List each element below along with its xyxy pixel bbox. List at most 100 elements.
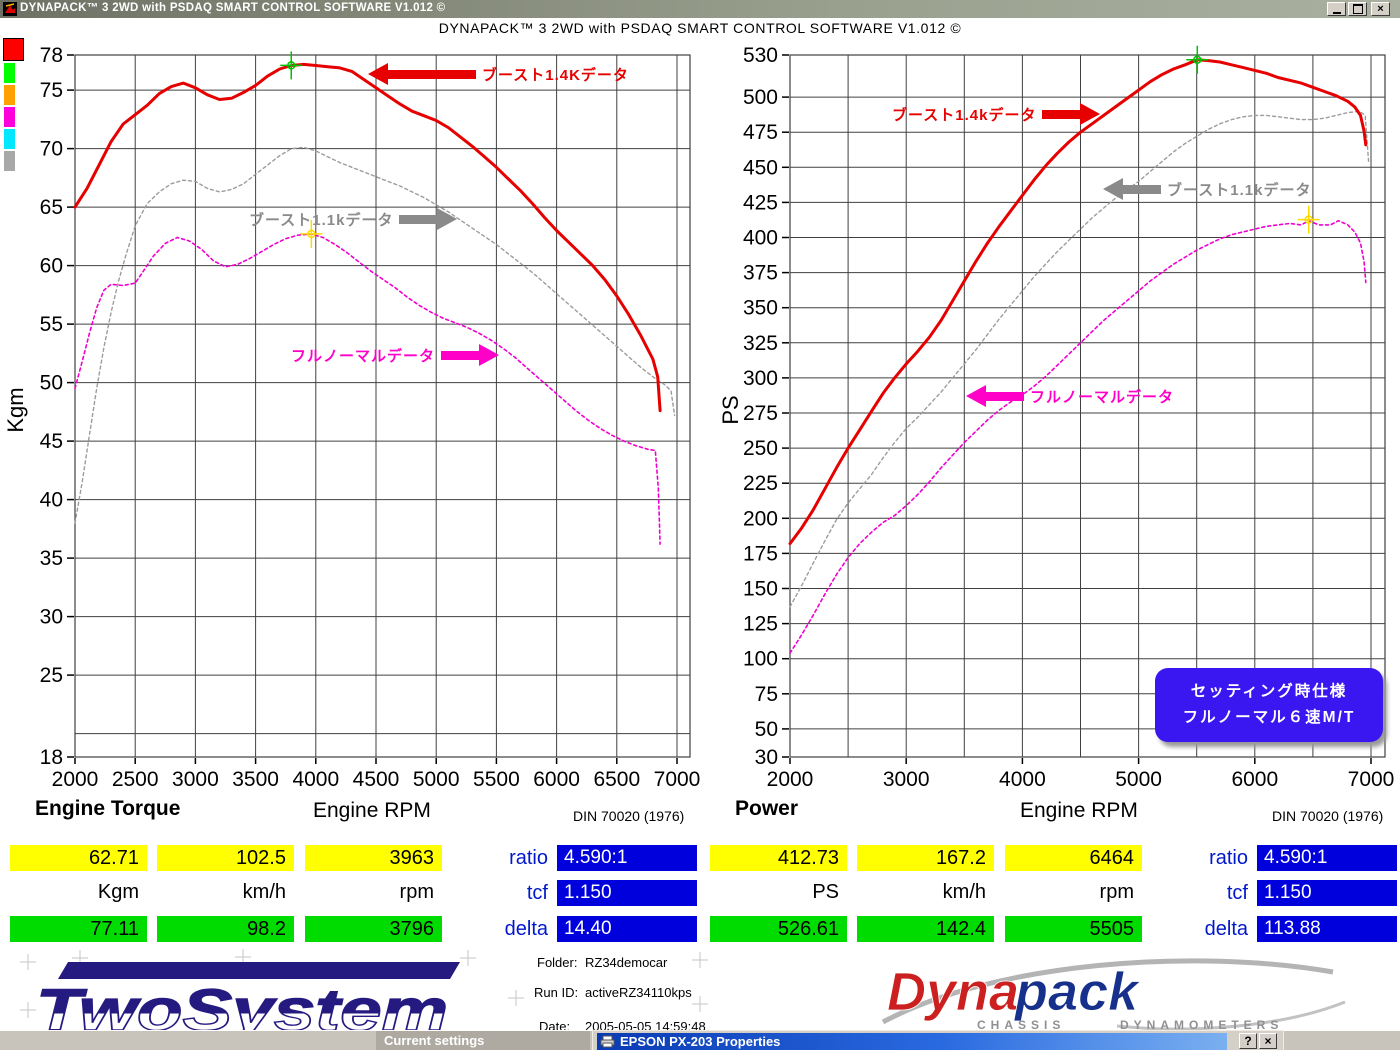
cursor-torque-value: 62.71 [10,845,147,871]
svg-text:100: 100 [743,648,778,671]
arrow-left-icon [966,385,986,407]
svg-text:325: 325 [743,332,778,355]
page-title: DYNAPACK™ 3 2WD with PSDAQ SMART CONTROL… [438,20,962,36]
svg-text:225: 225 [743,472,778,495]
unit-kmh: km/h [242,881,286,903]
svg-text:4000: 4000 [292,768,339,791]
epson-title-bar[interactable]: EPSON PX-203 Properties [597,1033,1227,1050]
power-standard-label: DIN 70020 (1976) [1272,808,1384,824]
unit-ps: PS [812,881,839,903]
svg-text:7000: 7000 [654,768,701,791]
dynapack-wordmark: Dynapack [887,962,1141,1022]
svg-text:3500: 3500 [232,768,279,791]
delta-value: 113.88 [1257,916,1397,942]
unit-rpm: rpm [399,881,434,903]
restore-button[interactable] [1348,2,1367,16]
close-button[interactable]: × [1371,2,1390,16]
peak-rpm-value: 5505 [1005,916,1142,942]
info-line1: セッティング時仕様 [1190,682,1348,700]
ratio-value: 4.590:1 [1257,845,1397,871]
power-xaxis-title: Engine RPM [1020,799,1138,822]
runid-label: Run ID: [534,985,579,1000]
svg-text:70: 70 [40,138,63,161]
svg-text:Kgm: Kgm [3,387,28,432]
swatch-cyan[interactable] [4,129,15,149]
ratio-value: 4.590:1 [557,845,697,871]
taskbar-current-settings[interactable]: Current settings [376,1031,590,1050]
unit-kgm: Kgm [97,881,139,903]
svg-text:50: 50 [755,718,778,741]
annotation-power-boost11k: ブースト1.1kデータ [1103,178,1317,200]
svg-text:6500: 6500 [593,768,640,791]
annotation-label: ブースト1.1kデータ [249,211,394,229]
svg-text:PS: PS [718,395,743,424]
tcf-value: 1.150 [557,880,697,906]
svg-text:6000: 6000 [1231,768,1278,791]
window-title: DYNAPACK™ 3 2WD with PSDAQ SMART CONTROL… [20,2,446,14]
arrow-body [1123,184,1161,194]
restore-icon [1352,4,1363,14]
tcf-label: tcf [1226,882,1248,904]
arrow-right-icon [479,344,500,366]
ratio-label: ratio [509,847,548,869]
epson-close-button[interactable]: × [1259,1033,1277,1049]
setting-info-box: セッティング時仕様 フルノーマル６速M/T [1155,668,1383,742]
torque-chart-title: Engine Torque [35,797,181,820]
swatch-magenta[interactable] [4,107,15,127]
arrow-body [1042,109,1081,119]
tcf-label: tcf [526,882,548,904]
svg-text:25: 25 [40,664,63,687]
arrow-body [986,391,1024,401]
annotation-torque-boost14k: ブースト1.4Kデータ [368,63,635,85]
svg-text:475: 475 [743,121,778,144]
svg-text:35: 35 [40,547,63,570]
svg-text:275: 275 [743,402,778,425]
svg-text:45: 45 [40,430,63,453]
svg-text:40: 40 [40,489,63,512]
dynapack-logo: Dynapack CHASSIS DYNAMOMETERS [881,958,1346,1032]
torque-standard-label: DIN 70020 (1976) [573,808,685,824]
swatch-red[interactable] [3,38,24,61]
folder-value: RZ34democar [585,955,668,970]
svg-text:350: 350 [743,297,778,320]
epson-help-button[interactable]: ? [1239,1033,1257,1049]
dynapack-red-part: Dyna [887,962,1019,1022]
svg-text:2000: 2000 [52,768,99,791]
minimize-button[interactable] [1327,2,1346,16]
cursor-speed-value: 167.2 [857,845,994,871]
svg-text:7000: 7000 [1348,768,1395,791]
annotation-power-boost14k: ブースト1.4kデータ [886,103,1101,125]
swatch-gray[interactable] [4,151,15,171]
svg-text:30: 30 [40,606,63,629]
peak-rpm-value: 3796 [305,916,442,942]
svg-text:60: 60 [40,255,63,278]
title-bar: DYNAPACK™ 3 2WD with PSDAQ SMART CONTROL… [0,0,1400,18]
runid-value: activeRZ34110kps [585,985,692,1000]
swatch-green[interactable] [4,63,15,83]
annotation-power-normal: フルノーマルデータ [966,385,1180,407]
svg-text:300: 300 [743,367,778,390]
peak-speed-value: 98.2 [157,916,294,942]
cursor-rpm-value: 3963 [305,845,442,871]
annotation-label: ブースト1.1kデータ [1167,181,1312,199]
arrow-body [399,214,438,224]
ratio-label: ratio [1209,847,1248,869]
annotation-label: ブースト1.4Kデータ [482,66,629,84]
epson-properties-window[interactable]: EPSON PX-203 Properties ? × [592,1030,1284,1050]
app-icon [3,2,17,16]
swatch-orange[interactable] [4,85,15,105]
arrow-body [441,350,480,360]
info-line2: フルノーマル６速M/T [1182,709,1356,726]
torque-xaxis-title: Engine RPM [313,799,431,822]
svg-text:50: 50 [40,372,63,395]
svg-text:375: 375 [743,262,778,285]
delta-value: 14.40 [557,916,697,942]
svg-text:400: 400 [743,227,778,250]
cursor-rpm-value: 6464 [1005,845,1142,871]
svg-text:5000: 5000 [413,768,460,791]
svg-text:425: 425 [743,191,778,214]
unit-rpm: rpm [1099,881,1134,903]
peak-speed-value: 142.4 [857,916,994,942]
svg-text:2500: 2500 [112,768,159,791]
dynapack-blue-part: pack [1013,962,1141,1022]
